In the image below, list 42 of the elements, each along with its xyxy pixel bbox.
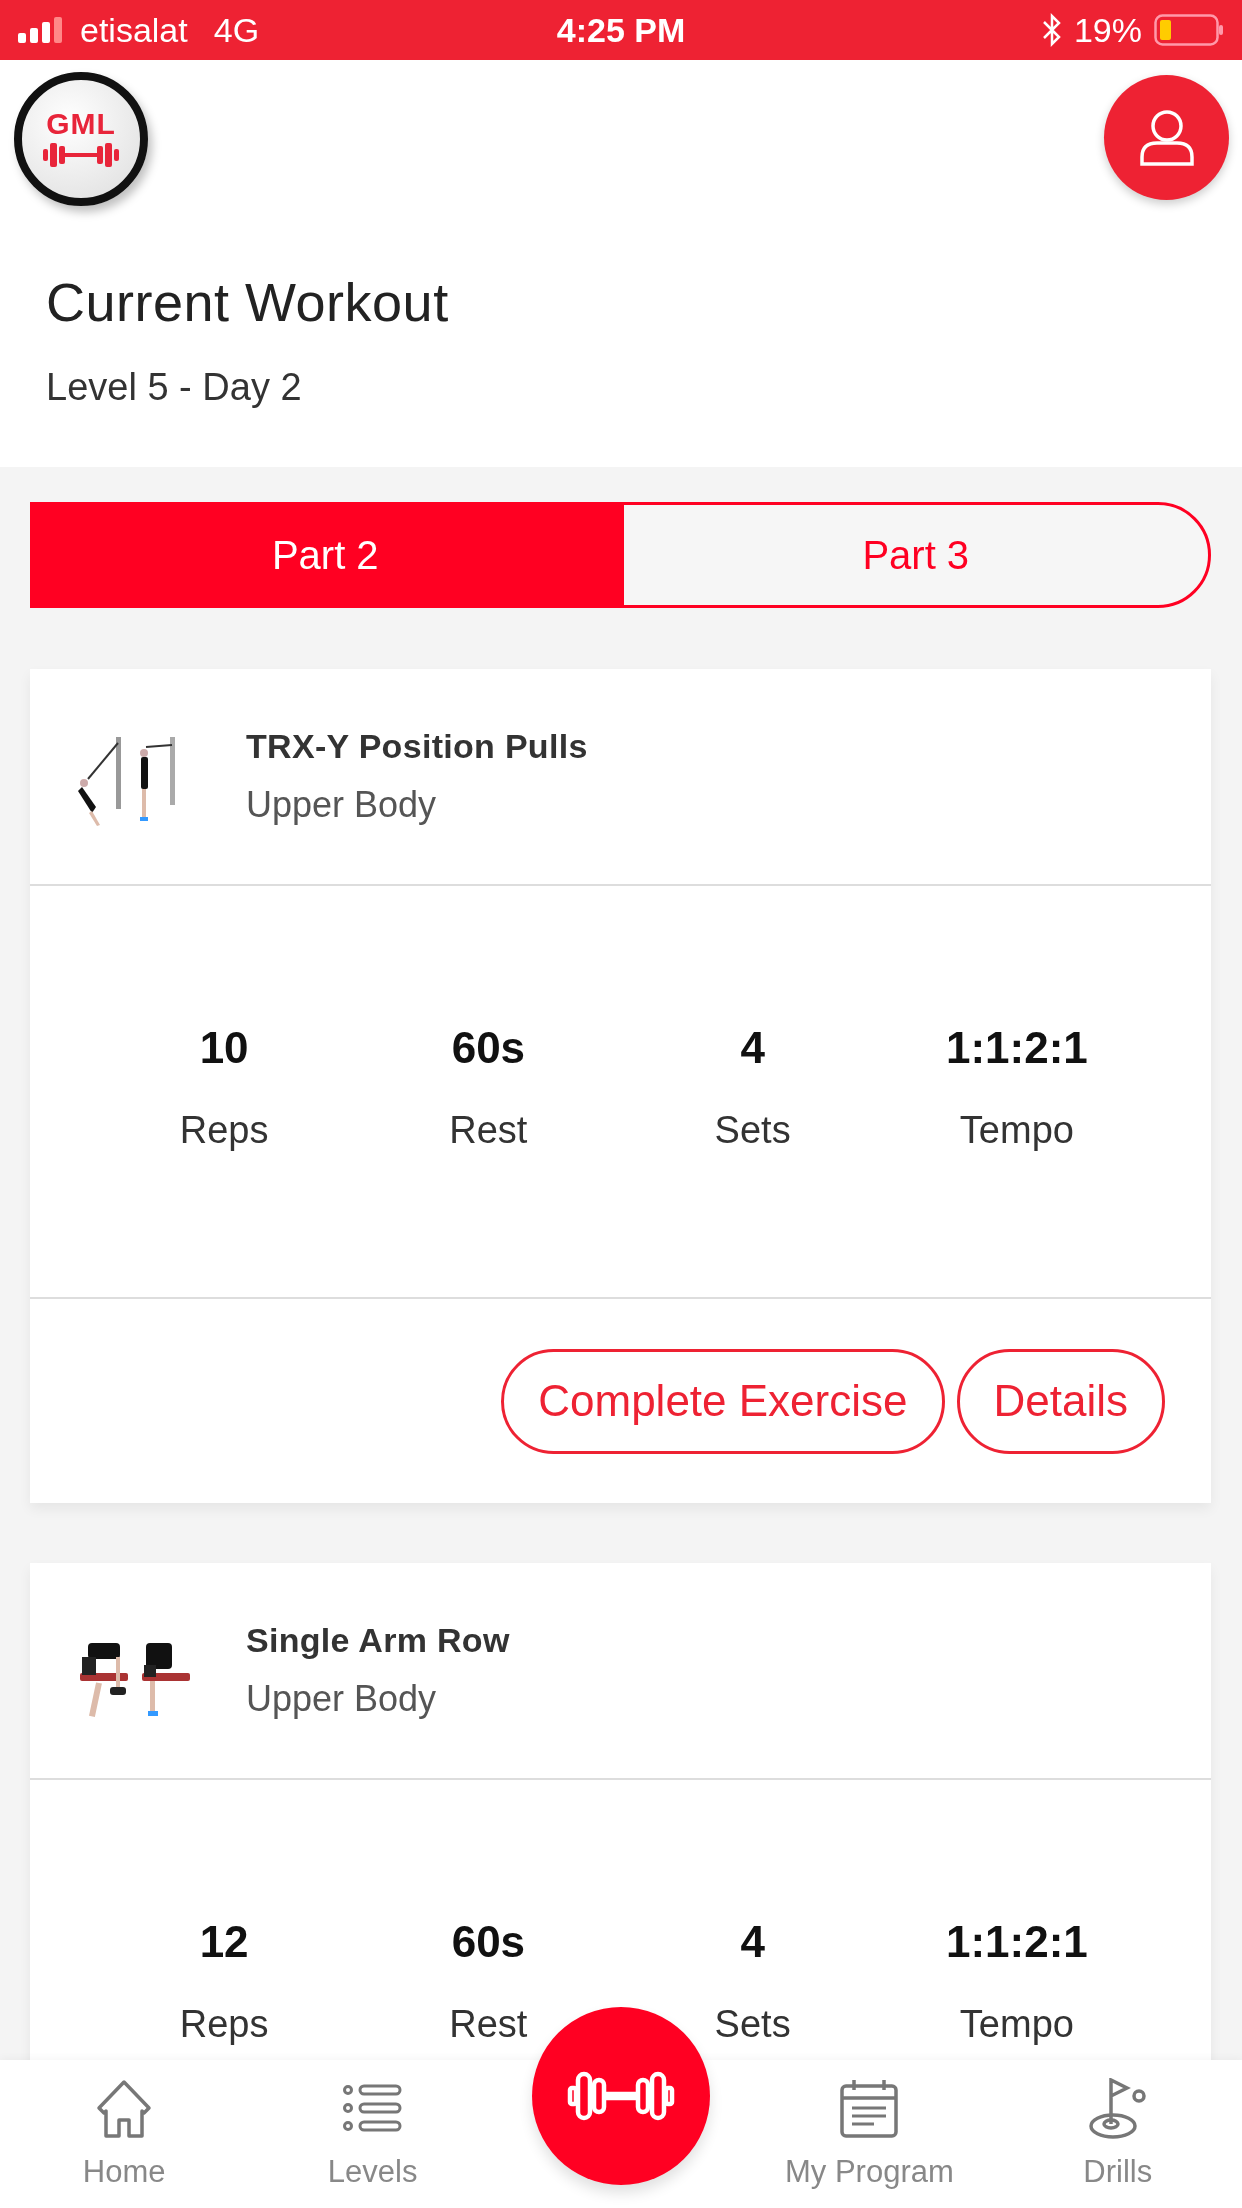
- part-tab[interactable]: Part 3: [620, 502, 1211, 608]
- stat-value: 1:1:2:1: [945, 1917, 1088, 1967]
- logo-text: GML: [46, 108, 116, 140]
- battery-percent: 19%: [1073, 10, 1142, 50]
- stat-label: Reps: [179, 2003, 269, 2046]
- stat-value: 4: [740, 1023, 765, 1073]
- battery-icon: [1154, 14, 1224, 46]
- nav-tab[interactable]: Home: [76, 2060, 172, 2208]
- stat-label: Tempo: [959, 2003, 1074, 2046]
- stat-value: 10: [199, 1023, 249, 1073]
- exercise-name: TRX-Y Position Pulls: [246, 727, 588, 766]
- part-tab[interactable]: Part 2: [30, 502, 621, 608]
- golf-flag-icon: [1086, 2078, 1149, 2140]
- stat-value: 4: [740, 1917, 765, 1967]
- stat-label: Reps: [179, 1109, 269, 1152]
- carrier-name: etisalat: [80, 10, 188, 50]
- nav-tab[interactable]: My Program: [779, 2060, 960, 2208]
- stat-label: Rest: [449, 1109, 528, 1152]
- complete-button[interactable]: Complete Exercise: [501, 1348, 945, 1454]
- clock-time: 4:25 PM: [556, 10, 686, 49]
- nav-tab[interactable]: Drills: [1077, 2060, 1159, 2208]
- details-button[interactable]: Details: [956, 1348, 1165, 1454]
- nav-tab[interactable]: Levels: [321, 2060, 424, 2208]
- network-type: 4G: [213, 10, 260, 50]
- workout-level: Level 5 - Day 2: [46, 365, 303, 410]
- stat-label: Tempo: [959, 1109, 1074, 1152]
- stat-label: Sets: [714, 2003, 791, 2046]
- stat-value: 12: [199, 1917, 249, 1967]
- stat-label: Rest: [449, 2003, 528, 2046]
- exercise-name: Single Arm Row: [246, 1621, 510, 1660]
- profile-button[interactable]: [1104, 75, 1229, 200]
- stat-value: 1:1:2:1: [945, 1023, 1088, 1073]
- page-title: Current Workout: [46, 271, 450, 334]
- stat-value: 60s: [451, 1917, 526, 1967]
- barbell-icon: [43, 140, 119, 170]
- exercise-category: Upper Body: [246, 1678, 438, 1720]
- stat-value: 60s: [451, 1023, 526, 1073]
- bluetooth-icon: [1041, 13, 1062, 47]
- stat-label: Sets: [714, 1109, 791, 1152]
- exercise-category: Upper Body: [246, 784, 438, 826]
- calendar-icon: [838, 2078, 901, 2140]
- user-icon: [1138, 108, 1195, 167]
